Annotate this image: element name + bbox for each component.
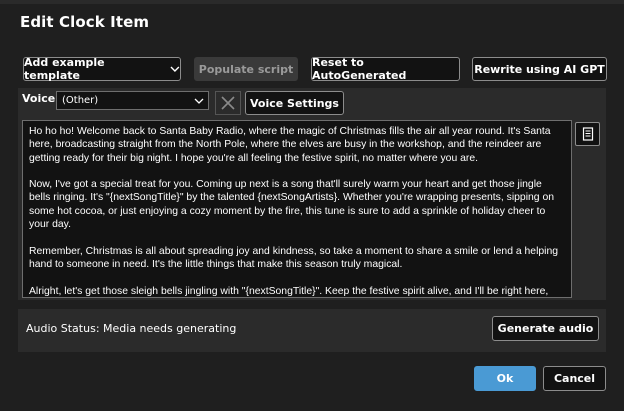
cancel-label: Cancel [553,372,596,385]
reset-label: Reset to AutoGenerated [312,56,407,82]
audio-status-text: Audio Status: Media needs generating [26,322,237,335]
script-paragraph: Remember, Christmas is all about spreadi… [29,245,559,270]
generate-audio-button[interactable]: Generate audio [492,316,599,341]
generate-audio-label: Generate audio [497,322,594,335]
close-icon [221,96,235,110]
add-example-template-button[interactable]: Add example template [23,56,181,82]
script-notes-button[interactable] [575,122,600,146]
document-icon [582,127,593,141]
title-strip [0,0,624,4]
reset-to-autogenerated-button[interactable]: Reset to AutoGenerated [311,56,460,82]
populate-script-button[interactable]: Populate script [194,57,298,81]
voice-settings-label: Voice Settings [250,96,339,110]
voice-select[interactable]: (Other) [56,91,209,110]
rewrite-using-ai-button[interactable]: Rewrite using AI GPT [472,57,607,81]
script-paragraph: Now, I've got a special treat for you. C… [29,179,555,231]
rewrite-label: Rewrite using AI GPT [474,62,605,76]
voice-settings-button[interactable]: Voice Settings [245,91,344,115]
script-paragraph: Ho ho ho! Welcome back to Santa Baby Rad… [29,126,551,164]
ok-button[interactable]: Ok [474,366,536,391]
chevron-down-icon [194,98,204,104]
dialog-title: Edit Clock Item [20,13,150,31]
script-textarea[interactable]: Ho ho ho! Welcome back to Santa Baby Rad… [22,120,572,298]
add-example-template-label: Add example template [24,56,105,82]
chevron-down-icon [170,66,180,72]
voice-selected-value: (Other) [62,95,99,106]
cancel-button[interactable]: Cancel [543,366,606,391]
clear-voice-button[interactable] [215,91,241,115]
script-paragraph: Alright, let's get those sleigh bells ji… [29,285,549,297]
populate-script-label: Populate script [198,62,294,76]
voice-label: Voice: [22,92,60,105]
ok-label: Ok [496,372,514,385]
